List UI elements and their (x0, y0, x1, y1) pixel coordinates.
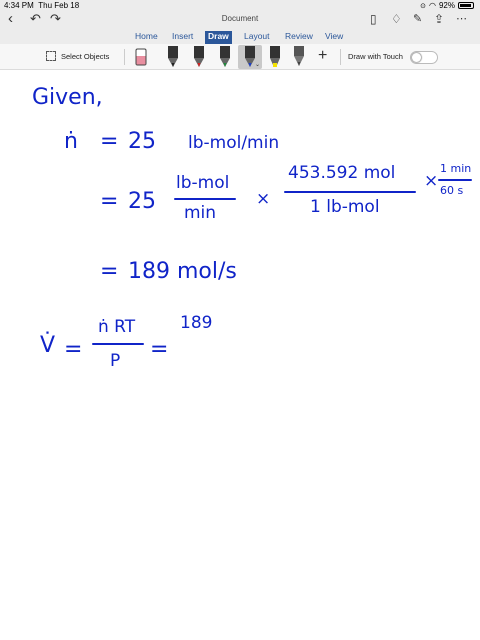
vdot-symbol: V̇ (40, 333, 56, 358)
fraction-numerator-lbmol: lb-mol (176, 173, 230, 193)
value-25: 25 (128, 129, 156, 154)
pen-icon-black (168, 46, 178, 67)
select-objects-icon (46, 51, 56, 61)
tab-home[interactable]: Home (132, 31, 161, 42)
more-options-icon[interactable]: ⋯ (456, 11, 467, 27)
equals-sign: = (150, 337, 169, 362)
tool-options-chevron-icon[interactable]: ⌄ (255, 61, 260, 68)
pen-tool-red[interactable] (192, 46, 206, 68)
tab-view[interactable]: View (322, 31, 346, 42)
draw-with-touch-label: Draw with Touch (348, 52, 403, 61)
wifi-icon: ◠ (429, 1, 436, 10)
equals-sign: = (100, 259, 119, 284)
tab-draw[interactable]: Draw (205, 31, 232, 44)
orientation-lock-icon: ⊙ (420, 2, 426, 10)
pencil-icon (294, 46, 304, 66)
partial-189: 189 (180, 313, 213, 333)
pen-tool-black[interactable] (166, 46, 180, 68)
times-sign: × (256, 189, 271, 209)
ribbon-tabs: Home Insert Draw Layout Review View (0, 31, 480, 44)
status-indicators: ⊙ ◠ 92% (420, 1, 474, 10)
times-sign: × (424, 171, 439, 191)
conversion-numerator-1min: 1 min (440, 162, 472, 175)
tab-layout[interactable]: Layout (241, 31, 273, 42)
tab-review[interactable]: Review (282, 31, 316, 42)
conversion-denominator-60s: 60 s (440, 184, 464, 197)
pen-icon-red (194, 46, 204, 67)
equals-sign: = (64, 337, 83, 362)
status-date: Thu Feb 18 (38, 1, 80, 10)
status-time-date: 4:34 PM Thu Feb 18 (4, 1, 79, 10)
top-bar: 4:34 PM Thu Feb 18 ⊙ ◠ 92% ‹ ↶ ↷ Documen… (0, 0, 480, 44)
phone-view-icon[interactable]: ▯ (370, 11, 377, 27)
draw-with-touch-toggle[interactable] (410, 51, 438, 64)
value-25: 25 (128, 189, 156, 214)
result-189-mol-per-s: 189 mol/s (128, 259, 237, 284)
highlighter-tool-yellow[interactable] (268, 46, 282, 68)
draw-ribbon: Select Objects ⌄ + Draw with Touch (0, 44, 480, 70)
share-icon[interactable]: ⇪ (434, 11, 444, 27)
eraser-tool[interactable] (134, 46, 148, 68)
fraction-bar (92, 343, 144, 345)
ideal-gas-numerator: ṅ RT (98, 317, 136, 337)
drawing-canvas[interactable]: Given, ṅ = 25 lb-mol/min = 25 lb-mol min… (0, 71, 480, 640)
conversion-numerator-mol: 453.592 mol (288, 163, 396, 183)
toggle-knob (412, 53, 421, 62)
select-objects-button[interactable]: Select Objects (46, 51, 109, 61)
equals-sign: = (100, 129, 119, 154)
pencil-tool[interactable] (292, 46, 306, 68)
eraser-icon (135, 48, 147, 66)
battery-icon (458, 2, 474, 9)
lightbulb-icon[interactable]: ♢ (391, 11, 402, 27)
pen-edit-icon[interactable]: ✎ (413, 11, 422, 27)
add-pen-icon[interactable]: + (318, 48, 327, 64)
tab-insert[interactable]: Insert (169, 31, 196, 42)
select-objects-label: Select Objects (61, 51, 110, 61)
given-text: Given, (32, 85, 103, 110)
battery-percentage: 92% (438, 1, 455, 10)
document-title: Document (221, 14, 259, 23)
pen-icon-green (220, 46, 230, 67)
equals-sign: = (100, 189, 119, 214)
conversion-denominator-lbmol: 1 lb-mol (310, 197, 380, 217)
ideal-gas-denominator: P (110, 351, 121, 371)
fraction-bar (284, 191, 416, 193)
highlighter-icon-yellow (270, 46, 280, 67)
unit-lbmol-per-min: lb-mol/min (188, 133, 280, 153)
ndot-symbol: ṅ (64, 129, 78, 154)
fraction-bar (174, 198, 236, 200)
divider (340, 49, 341, 65)
divider (124, 49, 125, 65)
pen-tool-green[interactable] (218, 46, 232, 68)
fraction-bar (438, 179, 472, 181)
status-time: 4:34 PM (4, 1, 34, 10)
fraction-denominator-min: min (184, 203, 217, 223)
